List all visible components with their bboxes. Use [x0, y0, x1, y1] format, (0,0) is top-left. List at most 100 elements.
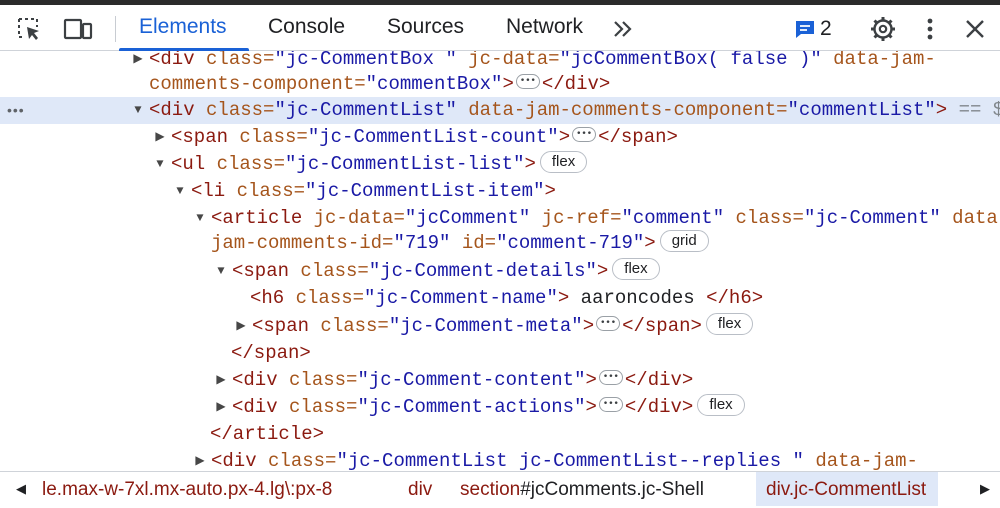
grid-badge[interactable]: grid	[659, 229, 709, 252]
collapsed-content-ellipsis[interactable]	[596, 310, 621, 337]
triangle-right-icon[interactable]: ▶	[980, 472, 990, 506]
tag-bracket: >	[582, 315, 595, 337]
tab-sources[interactable]: Sources	[387, 5, 464, 50]
more-options-ellipsis-icon[interactable]: •••	[7, 97, 25, 124]
collapse-triangle-icon[interactable]: ▼	[173, 178, 187, 205]
device-toolbar-icon[interactable]	[62, 15, 94, 43]
dom-node-line[interactable]: comments-component="commentBox"> </div>	[0, 68, 1000, 98]
tag-close: </div>	[624, 396, 694, 418]
flex-badge[interactable]: flex	[539, 150, 588, 173]
attr-value: "jcComment"	[404, 207, 531, 229]
attr-value: "jc-CommentBox "	[274, 51, 457, 70]
collapse-triangle-icon[interactable]: ▼	[153, 151, 167, 178]
dom-node-line[interactable]: jam-comments-id="719" id="comment-719"> g…	[0, 229, 1000, 257]
breadcrumb-selector: .jc-CommentList	[788, 479, 927, 500]
attr-value: "comment"	[621, 207, 725, 229]
collapsed-content-ellipsis[interactable]	[515, 68, 540, 95]
tag-open: <div	[149, 51, 207, 70]
dom-node-line[interactable]: </span>	[0, 340, 1000, 367]
dom-node-line[interactable]: ▶ <div class="jc-CommentList jc-CommentL…	[0, 448, 1000, 471]
tag-open: <span	[252, 315, 321, 337]
collapse-triangle-icon[interactable]: ▼	[131, 97, 145, 124]
expand-triangle-icon[interactable]: ▶	[193, 448, 207, 471]
triangle-left-icon[interactable]: ◀	[16, 472, 26, 506]
attr-value: "jc-Comment-meta"	[388, 315, 583, 337]
tag-bracket: >	[502, 73, 514, 95]
breadcrumb-selector: #jcComments.jc-Shell	[520, 479, 704, 500]
attr-value: "jc-CommentList"	[274, 99, 457, 121]
tag-open: <article	[211, 207, 314, 229]
attr-name: class=	[216, 153, 286, 175]
attr-name: class=	[289, 396, 358, 418]
dom-node-line[interactable]: ▶ <span class="jc-Comment-meta"> </span>f…	[0, 310, 1000, 340]
attr-name: class=	[295, 287, 365, 309]
tab-elements[interactable]: Elements	[139, 5, 227, 50]
dom-node-line[interactable]: ▶ <div class="jc-CommentBox " jc-data="j…	[0, 51, 1000, 73]
attr-name: data-jam-	[803, 450, 918, 471]
devtools-toolbar: Elements Console Sources Network 2	[0, 5, 1000, 51]
collapsed-content-ellipsis[interactable]	[572, 121, 597, 148]
tag-bracket: >	[585, 396, 597, 418]
close-icon[interactable]	[962, 15, 988, 43]
attr-name: class=	[268, 450, 337, 471]
tag-close: </div>	[541, 73, 611, 95]
breadcrumb-item[interactable]: le.max-w-7xl.mx-auto.px-4.lg\:px-8	[42, 472, 332, 506]
flex-badge[interactable]: flex	[612, 257, 660, 280]
attr-name: jam-comments-id=	[211, 232, 394, 254]
attr-value: "jc-CommentList-count"	[307, 126, 559, 148]
attr-value: "commentBox"	[365, 73, 503, 95]
inspect-element-icon[interactable]	[14, 15, 44, 43]
attr-name: comments-component=	[149, 73, 366, 95]
tab-console[interactable]: Console	[268, 5, 345, 50]
flex-badge[interactable]: flex	[697, 393, 745, 416]
breadcrumb-tag: section	[460, 479, 521, 500]
collapse-triangle-icon[interactable]: ▼	[214, 258, 228, 285]
kebab-menu-icon[interactable]	[918, 15, 942, 43]
breadcrumb-item[interactable]: section#jcComments.jc-Shell	[460, 472, 704, 506]
attr-value: "jc-Comment-details"	[368, 260, 597, 282]
attr-name: class=	[206, 51, 275, 70]
issues-count[interactable]: 2	[820, 15, 832, 43]
dom-node-line[interactable]: ▼ <ul class="jc-CommentList-list"> flex	[0, 150, 1000, 178]
collapsed-content-ellipsis[interactable]	[598, 364, 623, 391]
text-node: aaroncodes	[569, 287, 707, 309]
tag-open: <div	[211, 450, 269, 471]
attr-name: class=	[724, 207, 804, 229]
attr-value: "jc-CommentList jc-CommentList--replies …	[336, 450, 804, 471]
collapsed-content-ellipsis[interactable]	[598, 391, 623, 418]
tag-open: <div	[149, 99, 207, 121]
attr-name: data-jam-	[821, 51, 936, 70]
attr-name: jc-data=	[313, 207, 405, 229]
expand-triangle-icon[interactable]: ▶	[131, 51, 145, 73]
dom-node-line[interactable]: ▼ <article jc-data="jcComment" jc-ref="c…	[0, 205, 1000, 232]
attr-name: jc-data=	[456, 51, 560, 70]
collapse-triangle-icon[interactable]: ▼	[193, 205, 207, 232]
dom-node-line[interactable]: </article>	[0, 421, 1000, 448]
double-chevron-right-icon[interactable]	[610, 15, 636, 43]
expand-triangle-icon[interactable]: ▶	[214, 367, 228, 394]
attr-value: "jc-Comment-content"	[357, 369, 586, 391]
breadcrumb: ◀ le.max-w-7xl.mx-auto.px-4.lg\:px-8 div…	[0, 471, 1000, 506]
dom-node-line[interactable]: ▶ <span class="jc-CommentList-count"> </s…	[0, 121, 1000, 151]
tab-network[interactable]: Network	[506, 5, 583, 50]
dom-node-line[interactable]: ▼ <li class="jc-CommentList-item">	[0, 178, 1000, 205]
breadcrumb-item-selected[interactable]: div.jc-CommentList	[756, 472, 939, 506]
dom-node-line-selected[interactable]: ••• ▼ <div class="jc-CommentList" data-j…	[0, 97, 1000, 124]
flex-badge[interactable]: flex	[705, 312, 754, 335]
attr-value: "commentList"	[787, 99, 936, 121]
tag-close: </span>	[231, 342, 311, 364]
attr-name: jc-ref=	[530, 207, 622, 229]
dom-node-line[interactable]: ▶ <div class="jc-Comment-actions"> </div>…	[0, 391, 1000, 421]
expand-triangle-icon[interactable]: ▶	[153, 124, 167, 151]
attr-name: data-jam-comments-component=	[456, 99, 788, 121]
attr-value: "719"	[393, 232, 451, 254]
tag-open: <div	[232, 369, 290, 391]
dom-node-line[interactable]: ▶ <div class="jc-Comment-content"> </div>	[0, 364, 1000, 394]
expand-triangle-icon[interactable]: ▶	[214, 394, 228, 421]
message-icon[interactable]	[793, 15, 817, 43]
breadcrumb-item[interactable]: div	[408, 472, 432, 506]
dom-node-line[interactable]: ▼ <span class="jc-Comment-details"> flex	[0, 257, 1000, 285]
gear-icon[interactable]	[868, 15, 898, 43]
expand-triangle-icon[interactable]: ▶	[234, 313, 248, 340]
dom-node-line[interactable]: <h6 class="jc-Comment-name"> aaroncodes …	[0, 285, 1000, 312]
